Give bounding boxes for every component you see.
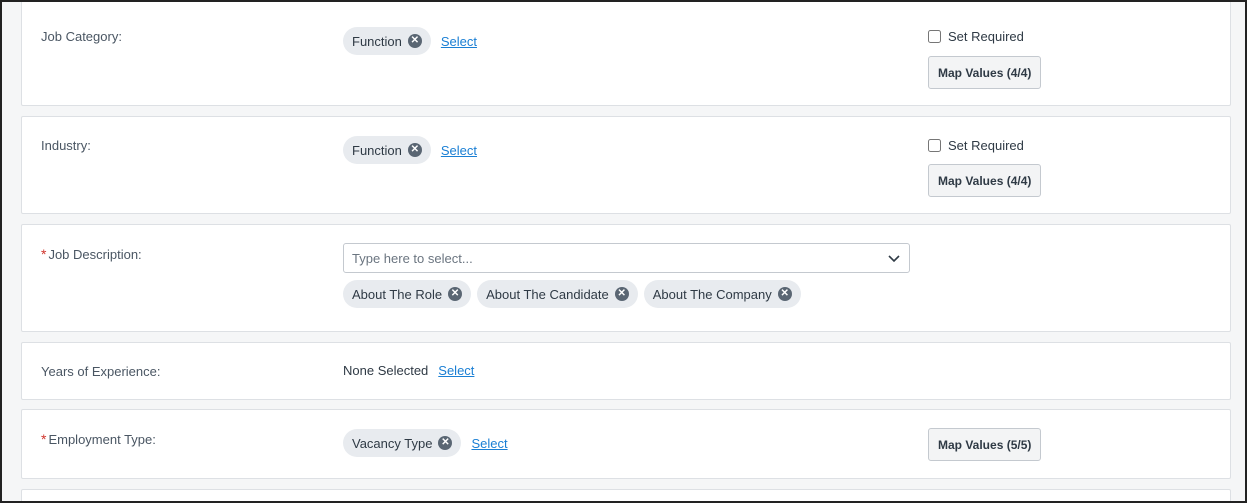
chip-list: Vacancy Type ✕ Select bbox=[343, 429, 508, 457]
chip-label: Function bbox=[352, 142, 402, 158]
row-label: Industry: bbox=[41, 138, 91, 153]
chip-list: Function ✕ Select bbox=[343, 136, 477, 164]
row-label: * Job Description: bbox=[41, 246, 142, 262]
select-placeholder: Type here to select... bbox=[352, 250, 473, 266]
chevron-down-icon[interactable] bbox=[887, 251, 901, 265]
set-required-checkbox[interactable]: Set Required bbox=[928, 138, 1024, 153]
value-area: None Selected Select bbox=[343, 363, 474, 378]
required-mark: * bbox=[41, 246, 47, 262]
required-mark: * bbox=[41, 431, 47, 447]
chip-vacancy-type: Vacancy Type ✕ bbox=[343, 429, 462, 457]
row-label: * Employment Type: bbox=[41, 431, 156, 447]
chip-about-company: About The Company ✕ bbox=[643, 280, 801, 308]
select-link[interactable]: Select bbox=[441, 143, 477, 158]
chip-label: About The Candidate bbox=[486, 286, 609, 302]
checkbox-label: Set Required bbox=[948, 29, 1024, 44]
row-job-category: Job Category: Function ✕ Select Set Requ… bbox=[21, 2, 1231, 106]
chip-function: Function ✕ bbox=[343, 27, 431, 55]
close-circle-icon[interactable]: ✕ bbox=[407, 34, 422, 48]
row-years-experience: Years of Experience: None Selected Selec… bbox=[21, 342, 1231, 400]
close-circle-icon[interactable]: ✕ bbox=[407, 143, 422, 157]
chip-about-role: About The Role ✕ bbox=[343, 280, 472, 308]
chip-label: Function bbox=[352, 33, 402, 49]
chip-list: Function ✕ Select bbox=[343, 27, 477, 55]
row-label: Job Category: bbox=[41, 29, 122, 44]
row-next-partial bbox=[21, 489, 1231, 501]
map-values-button[interactable]: Map Values (5/5) bbox=[928, 428, 1042, 461]
map-values-button[interactable]: Map Values (4/4) bbox=[928, 56, 1042, 89]
map-values-button[interactable]: Map Values (4/4) bbox=[928, 164, 1042, 197]
chip-label: About The Company bbox=[652, 286, 772, 302]
set-required-checkbox[interactable]: Set Required bbox=[928, 29, 1024, 44]
row-job-description: * Job Description: Type here to select...… bbox=[21, 224, 1231, 332]
row-industry: Industry: Function ✕ Select Set Required… bbox=[21, 116, 1231, 214]
checkbox-input[interactable] bbox=[928, 139, 941, 152]
row-label-text: Employment Type: bbox=[48, 432, 156, 447]
select-link[interactable]: Select bbox=[438, 363, 474, 378]
row-employment-type: * Employment Type: Vacancy Type ✕ Select … bbox=[21, 409, 1231, 479]
close-circle-icon[interactable]: ✕ bbox=[438, 436, 453, 450]
select-link[interactable]: Select bbox=[441, 34, 477, 49]
mapping-form: Job Category: Function ✕ Select Set Requ… bbox=[0, 0, 1247, 503]
chip-list: About The Role ✕ About The Candidate ✕ A… bbox=[343, 280, 807, 308]
close-circle-icon[interactable]: ✕ bbox=[448, 287, 463, 301]
row-label-text: Job Description: bbox=[48, 247, 142, 262]
select-link[interactable]: Select bbox=[471, 436, 507, 451]
chip-label: Vacancy Type bbox=[352, 435, 433, 451]
job-description-select[interactable]: Type here to select... bbox=[343, 243, 910, 273]
close-circle-icon[interactable]: ✕ bbox=[777, 287, 792, 301]
row-label: Years of Experience: bbox=[41, 364, 161, 379]
none-selected-text: None Selected bbox=[343, 363, 429, 378]
checkbox-input[interactable] bbox=[928, 30, 941, 43]
chip-about-candidate: About The Candidate ✕ bbox=[477, 280, 638, 308]
close-circle-icon[interactable]: ✕ bbox=[614, 287, 629, 301]
chip-label: About The Role bbox=[352, 286, 443, 302]
checkbox-label: Set Required bbox=[948, 138, 1024, 153]
chip-function: Function ✕ bbox=[343, 136, 431, 164]
